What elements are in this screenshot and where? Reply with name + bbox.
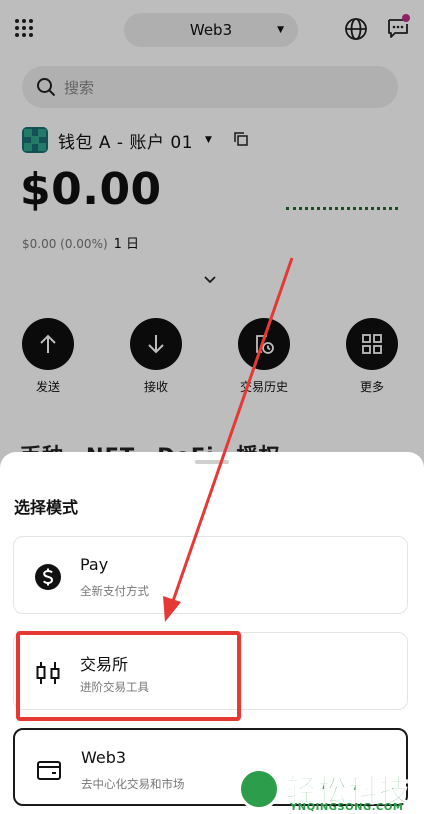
sheet-grabber[interactable] (195, 460, 229, 464)
annotation-highlight-box (16, 631, 241, 721)
wallet-icon (37, 761, 61, 780)
option-title: Web3 (81, 748, 127, 767)
watermark-logo-icon (238, 768, 280, 810)
watermark: 轻松科技 YNQINGSONG.COM (236, 766, 424, 814)
option-desc: 全新支付方式 (80, 584, 149, 598)
option-desc: 去中心化交易和市场 (81, 777, 185, 791)
dollar-coin-icon (35, 564, 61, 590)
watermark-domain: YNQINGSONG.COM (290, 802, 404, 813)
sheet-title: 选择模式 (14, 498, 79, 517)
mode-option-pay[interactable]: Pay 全新支付方式 (13, 536, 408, 614)
option-title: Pay (80, 555, 109, 574)
